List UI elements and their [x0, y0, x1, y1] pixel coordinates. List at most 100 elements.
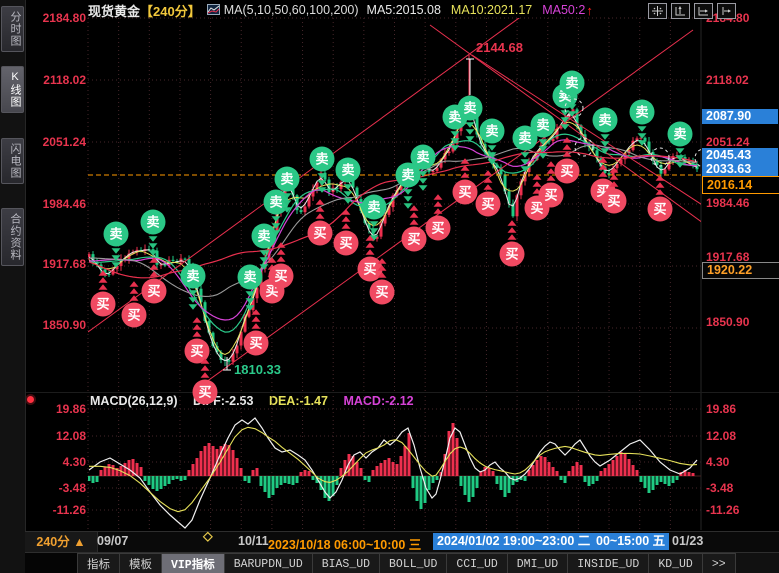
macd-axis-label-right: 12.08 [706, 429, 776, 443]
buy-signal: 买 [185, 317, 210, 363]
svg-text:买: 买 [607, 194, 620, 209]
sell-signal: 卖 [560, 71, 585, 117]
buy-signal: 买 [602, 167, 627, 213]
svg-text:买: 买 [560, 164, 573, 179]
time-axis: 240分 ▲ 09/0710/112023/10/18 06:00~10:00 … [25, 531, 779, 553]
tab-inside-ud[interactable]: INSIDE_UD [567, 553, 649, 573]
buy-signal: 买 [555, 137, 580, 183]
instrument-title: 现货黄金 [88, 1, 140, 20]
price-badge: 2016.14 [702, 176, 779, 194]
svg-text:买: 买 [147, 284, 160, 299]
macd-axis-label-right: -11.26 [706, 503, 776, 517]
price-badge: 2045.43 [702, 148, 778, 163]
svg-text:买: 买 [363, 262, 376, 277]
crosshair-move-icon[interactable] [648, 3, 667, 19]
buy-signal: 买 [308, 199, 333, 245]
axis-zoom-horizontal-icon[interactable] [694, 3, 713, 19]
indicator-tab-bar: 指标模板VIP指标BARUPDN_UDBIAS_UDBOLL_UDCCI_UDD… [25, 552, 779, 573]
price-axis-label-right: 1984.46 [706, 196, 776, 210]
shift-right-icon[interactable] [717, 3, 736, 19]
tab-bias-ud[interactable]: BIAS_UD [312, 553, 380, 573]
buy-signal: 买 [648, 175, 673, 221]
macd-axis-label-left: -3.48 [28, 481, 86, 495]
svg-text:卖: 卖 [146, 215, 159, 230]
price-axis-label-left: 1850.90 [28, 318, 86, 332]
kline-chart-canvas[interactable]: 2144.681810.33卖卖卖卖卖卖卖卖卖卖卖卖卖卖卖卖卖卖卖卖卖卖买买买买… [0, 0, 779, 573]
sell-signal: 卖 [252, 224, 277, 270]
buy-signal: 买 [358, 235, 383, 281]
sell-signal: 卖 [411, 145, 436, 191]
tab--[interactable]: >> [702, 553, 736, 573]
price-axis-label-left: 1917.68 [28, 257, 86, 271]
buy-signal: 买 [91, 270, 116, 316]
svg-text:卖: 卖 [558, 89, 571, 104]
pattern-dashed-circle [565, 99, 583, 117]
sell-signal: 卖 [181, 264, 206, 310]
svg-text:卖: 卖 [315, 152, 328, 167]
macd-header: MACD(26,12,9) DIFF:-2.53 DEA:-1.47 MACD:… [90, 394, 414, 408]
macd-axis-label-right: 4.30 [706, 455, 776, 469]
buy-signal: 买 [453, 158, 478, 204]
macd-axis-label-right: -3.48 [706, 481, 776, 495]
svg-text:卖: 卖 [257, 229, 270, 244]
svg-text:买: 买 [505, 247, 518, 262]
macd-macd-value: MACD:-2.12 [343, 394, 413, 408]
sidebar-item-kline-chart[interactable]: K线图 [1, 66, 24, 113]
time-axis-label: 10/11 [238, 534, 269, 548]
svg-text:买: 买 [458, 185, 471, 200]
period-selector[interactable]: 240分 ▲ [25, 532, 98, 552]
sidebar-item-lightning-chart[interactable]: 闪电图 [1, 138, 24, 184]
svg-text:卖: 卖 [485, 124, 498, 139]
svg-text:卖: 卖 [448, 110, 461, 125]
svg-text:买: 买 [127, 308, 140, 323]
buy-signal: 买 [500, 220, 525, 266]
tab-dmi-ud[interactable]: DMI_UD [507, 553, 568, 573]
svg-text:卖: 卖 [401, 168, 414, 183]
axis-zoom-vertical-icon[interactable] [671, 3, 690, 19]
price-badge: 2033.63 [702, 162, 778, 177]
buy-signal: 买 [260, 257, 285, 303]
svg-text:买: 买 [596, 184, 609, 199]
svg-text:卖: 卖 [565, 76, 578, 91]
ma50-value: MA50:2 [542, 3, 585, 17]
tab-vip指标[interactable]: VIP指标 [161, 553, 225, 573]
sell-signal: 卖 [336, 158, 361, 204]
tab-模板[interactable]: 模板 [119, 553, 162, 573]
time-axis-label: 00~15:00 五 [592, 533, 669, 550]
sidebar-item-contract-info[interactable]: 合约资料 [1, 208, 24, 266]
svg-text:卖: 卖 [598, 113, 611, 128]
tab-指标[interactable]: 指标 [77, 553, 120, 573]
macd-axis-label-left: 12.08 [28, 429, 86, 443]
diamond-marker-icon: ◇ [203, 528, 213, 543]
sidebar-item-timeshare-chart[interactable]: 分时图 [1, 6, 24, 52]
macd-axis-label-left: 4.30 [28, 455, 86, 469]
svg-text:买: 买 [407, 232, 420, 247]
svg-text:卖: 卖 [109, 227, 122, 242]
sell-signal: 卖 [668, 122, 693, 168]
time-axis-label: 09/07 [97, 534, 128, 548]
tab-bar-spacer [25, 553, 78, 573]
tab-kd-ud[interactable]: KD_UD [648, 553, 703, 573]
tab-barupdn-ud[interactable]: BARUPDN_UD [224, 553, 313, 573]
svg-text:卖: 卖 [367, 200, 380, 215]
trading-app-window: 分时图 K线图 闪电图 合约资料 现货黄金【240分】 MA(5,10,50,6… [0, 0, 779, 573]
sell-signal: 卖 [553, 84, 578, 130]
buy-signal: 买 [269, 242, 294, 288]
ma-params-label: MA(5,10,50,60,100,200) [224, 3, 359, 17]
sell-signal: 卖 [480, 119, 505, 165]
svg-text:买: 买 [375, 285, 388, 300]
macd-dea-value: DEA:-1.47 [269, 394, 328, 408]
sell-signal: 卖 [264, 190, 289, 236]
price-badge: 2087.90 [702, 109, 778, 124]
svg-text:买: 买 [544, 188, 557, 203]
tab-boll-ud[interactable]: BOLL_UD [379, 553, 447, 573]
svg-text:买: 买 [265, 284, 278, 299]
svg-text:卖: 卖 [416, 150, 429, 165]
svg-text:买: 买 [530, 201, 543, 216]
svg-text:卖: 卖 [536, 118, 549, 133]
ma10-value: MA10:2021.17 [451, 3, 532, 17]
svg-text:卖: 卖 [518, 131, 531, 146]
tab-cci-ud[interactable]: CCI_UD [446, 553, 507, 573]
buy-signal: 买 [122, 281, 147, 327]
price-axis-label-left: 2051.24 [28, 135, 86, 149]
